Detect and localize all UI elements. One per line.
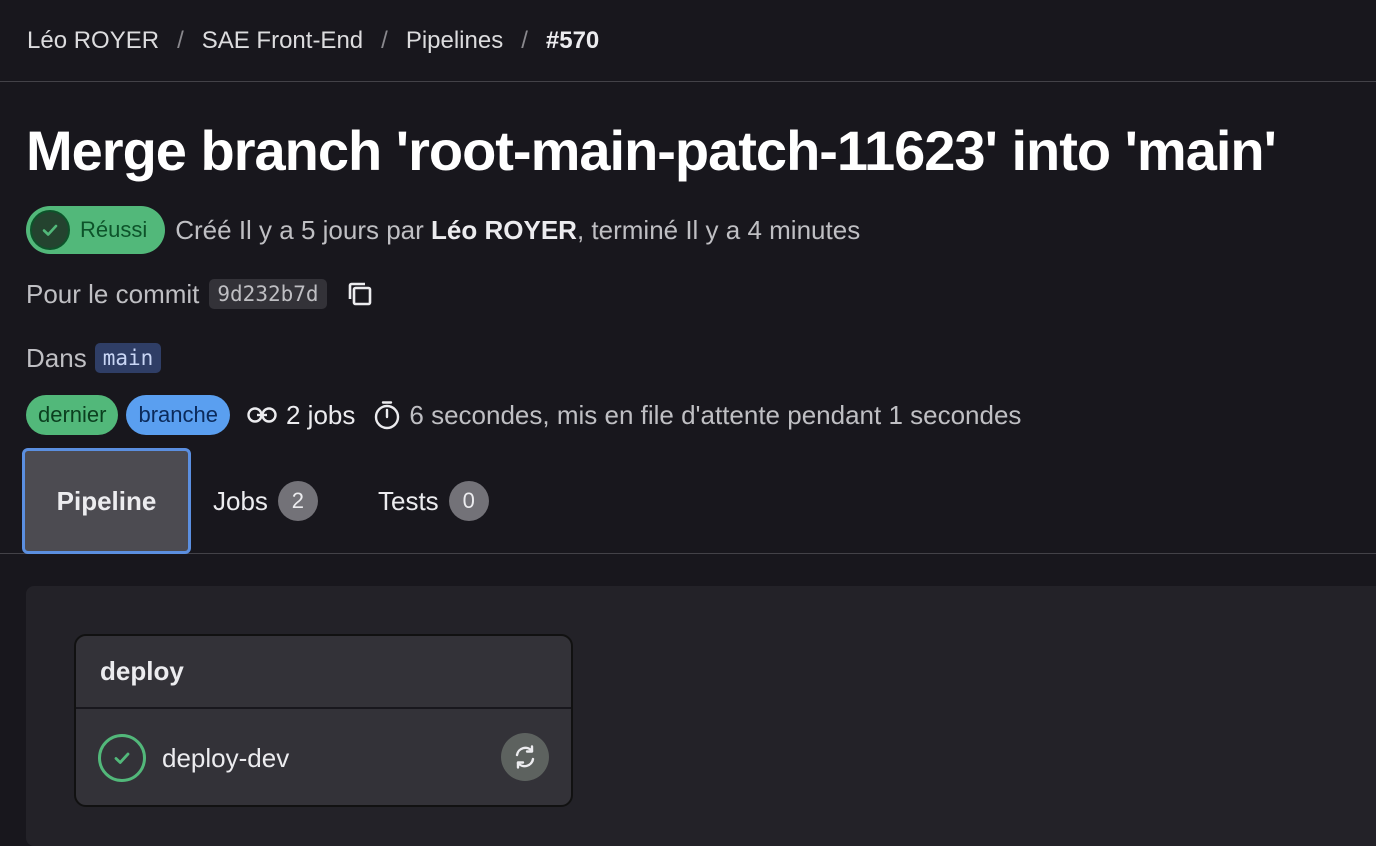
retry-icon <box>515 745 535 769</box>
duration: 6 secondes, mis en file d'attente pendan… <box>373 400 1021 431</box>
tab-tests[interactable]: Tests 0 <box>378 448 489 554</box>
pipeline-status-row: Réussi Créé Il y a 5 jours par Léo ROYER… <box>26 206 860 254</box>
check-circle-icon <box>30 210 70 250</box>
retry-button[interactable] <box>501 733 549 781</box>
latest-badge: dernier <box>26 395 119 435</box>
ref-row: Dans main <box>26 340 162 376</box>
breadcrumb-project[interactable]: SAE Front-End <box>202 27 363 55</box>
pipeline-tabs: Pipeline Jobs 2 Tests 0 <box>0 448 1376 554</box>
commit-row: Pour le commit 9d232b7d <box>26 276 375 312</box>
jobs-count-text: 2 jobs <box>286 399 356 430</box>
pipeline-graph: deploy deploy-dev <box>26 586 1376 846</box>
breadcrumb-current[interactable]: #570 <box>546 27 599 55</box>
check-circle-icon <box>98 734 146 782</box>
finished-text: , terminé Il y a 4 minutes <box>576 214 861 245</box>
tab-pipeline[interactable]: Pipeline <box>22 448 191 554</box>
ref-label: Dans <box>26 342 87 373</box>
tab-jobs[interactable]: Jobs 2 <box>213 448 318 554</box>
author-link[interactable]: Léo ROYER <box>431 215 577 246</box>
pipeline-meta-row: dernier branche 2 jobs 6 secondes, mis e… <box>26 395 1031 435</box>
jobs-count-badge: 2 <box>277 481 318 521</box>
branch-ref[interactable]: main <box>94 343 162 373</box>
copy-button[interactable] <box>345 279 375 309</box>
stage-column: deploy deploy-dev <box>74 634 573 807</box>
tab-jobs-label: Jobs <box>213 485 268 516</box>
job-name: deploy-dev <box>162 742 290 773</box>
breadcrumb: Léo ROYER / SAE Front-End / Pipelines / … <box>0 0 1376 82</box>
branch-badge: branche <box>126 395 230 435</box>
tests-count-badge: 0 <box>448 481 489 521</box>
breadcrumb-pipelines[interactable]: Pipelines <box>406 27 503 55</box>
jobs-count: 2 jobs <box>246 400 355 431</box>
breadcrumb-separator: / <box>381 26 388 54</box>
status-label: Réussi <box>80 217 148 242</box>
breadcrumb-separator: / <box>521 26 528 54</box>
status-badge[interactable]: Réussi <box>26 206 166 254</box>
copy-icon <box>348 282 371 306</box>
breadcrumb-user[interactable]: Léo ROYER <box>27 27 159 55</box>
tab-tests-label: Tests <box>378 485 439 516</box>
job-item[interactable]: deploy-dev <box>76 709 571 805</box>
tab-pipeline-label: Pipeline <box>56 485 157 516</box>
page-title: Merge branch 'root-main-patch-11623' int… <box>26 119 1277 182</box>
commit-label: Pour le commit <box>26 278 200 309</box>
stage-title: deploy <box>76 636 571 709</box>
duration-text: 6 secondes, mis en file d'attente pendan… <box>409 399 1022 430</box>
timer-icon <box>375 401 400 430</box>
commit-sha[interactable]: 9d232b7d <box>209 279 327 309</box>
breadcrumb-separator: / <box>177 26 184 54</box>
created-text: Créé Il y a 5 jours par <box>175 214 424 245</box>
pipeline-jobs-icon <box>247 407 277 423</box>
